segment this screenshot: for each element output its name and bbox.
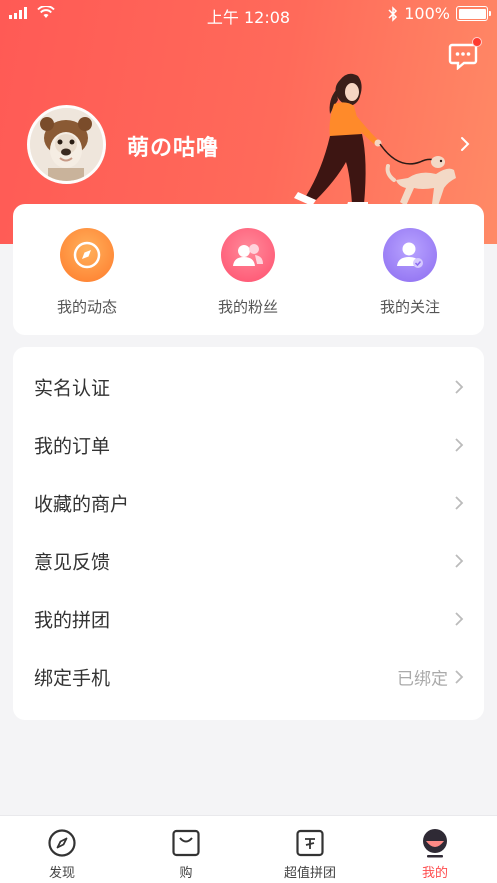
bluetooth-icon bbox=[388, 5, 398, 22]
menu-item-feedback[interactable]: 意见反馈 bbox=[13, 533, 484, 591]
quick-action-label: 我的粉丝 bbox=[217, 298, 278, 316]
fans-icon bbox=[221, 228, 275, 282]
menu-item-label: 我的订单 bbox=[34, 435, 111, 458]
shopping-bag-icon bbox=[172, 829, 200, 857]
quick-action-my-follows[interactable]: 我的关注 bbox=[350, 228, 470, 317]
quick-action-label: 我的关注 bbox=[379, 298, 440, 316]
chevron-right-icon bbox=[455, 554, 464, 568]
tab-label: 我的 bbox=[421, 866, 448, 881]
bottom-tab-bar: 发现 购 超值拼团 我的 bbox=[0, 815, 497, 883]
menu-item-label: 我的拼团 bbox=[34, 609, 111, 632]
menu-item-label: 收藏的商户 bbox=[34, 493, 130, 516]
menu-item-my-orders[interactable]: 我的订单 bbox=[13, 417, 484, 475]
status-bar: 上午 12:08 100% bbox=[0, 0, 497, 28]
menu-item-bind-phone[interactable]: 绑定手机 已绑定 bbox=[13, 649, 484, 707]
menu-item-real-name-verification[interactable]: 实名认证 bbox=[13, 359, 484, 417]
menu-item-label: 实名认证 bbox=[34, 377, 111, 400]
quick-action-my-posts[interactable]: 我的动态 bbox=[27, 228, 147, 317]
menu-item-value: 已绑定 bbox=[397, 669, 448, 690]
quick-actions-card: 我的动态 我的粉丝 我的关注 bbox=[13, 204, 484, 335]
avatar[interactable] bbox=[27, 105, 106, 184]
discover-icon bbox=[48, 829, 76, 857]
chevron-right-icon bbox=[455, 438, 464, 452]
tab-group-buy[interactable]: 超值拼团 bbox=[248, 816, 372, 883]
tab-profile[interactable]: 我的 bbox=[373, 816, 497, 883]
follow-icon bbox=[383, 228, 437, 282]
quick-action-label: 我的动态 bbox=[56, 298, 117, 316]
menu-item-label: 绑定手机 bbox=[34, 667, 111, 690]
battery-percent: 100% bbox=[404, 4, 450, 23]
menu-item-label: 意见反馈 bbox=[34, 551, 111, 574]
menu-list: 实名认证 我的订单 收藏的商户 意见反馈 我的拼团 绑定手机 已绑定 bbox=[13, 347, 484, 720]
battery-icon bbox=[456, 6, 491, 21]
tab-discover[interactable]: 发现 bbox=[0, 816, 124, 883]
compass-icon bbox=[60, 228, 114, 282]
quick-action-my-fans[interactable]: 我的粉丝 bbox=[188, 228, 308, 317]
unread-badge bbox=[472, 37, 482, 47]
chevron-right-icon bbox=[455, 612, 464, 626]
menu-item-favorite-merchants[interactable]: 收藏的商户 bbox=[13, 475, 484, 533]
menu-item-my-group-buys[interactable]: 我的拼团 bbox=[13, 591, 484, 649]
chevron-right-icon bbox=[455, 670, 464, 684]
tab-label: 购 bbox=[179, 866, 193, 881]
profile-icon bbox=[423, 829, 447, 858]
username[interactable]: 萌の咕噜 bbox=[127, 130, 219, 162]
chevron-right-icon bbox=[455, 496, 464, 510]
tab-label: 超值拼团 bbox=[283, 866, 336, 881]
tab-label: 发现 bbox=[48, 866, 75, 881]
tab-shop[interactable]: 购 bbox=[124, 816, 248, 883]
chevron-right-icon bbox=[455, 380, 464, 394]
group-buy-icon bbox=[296, 829, 324, 857]
dog-avatar-icon bbox=[30, 108, 103, 181]
